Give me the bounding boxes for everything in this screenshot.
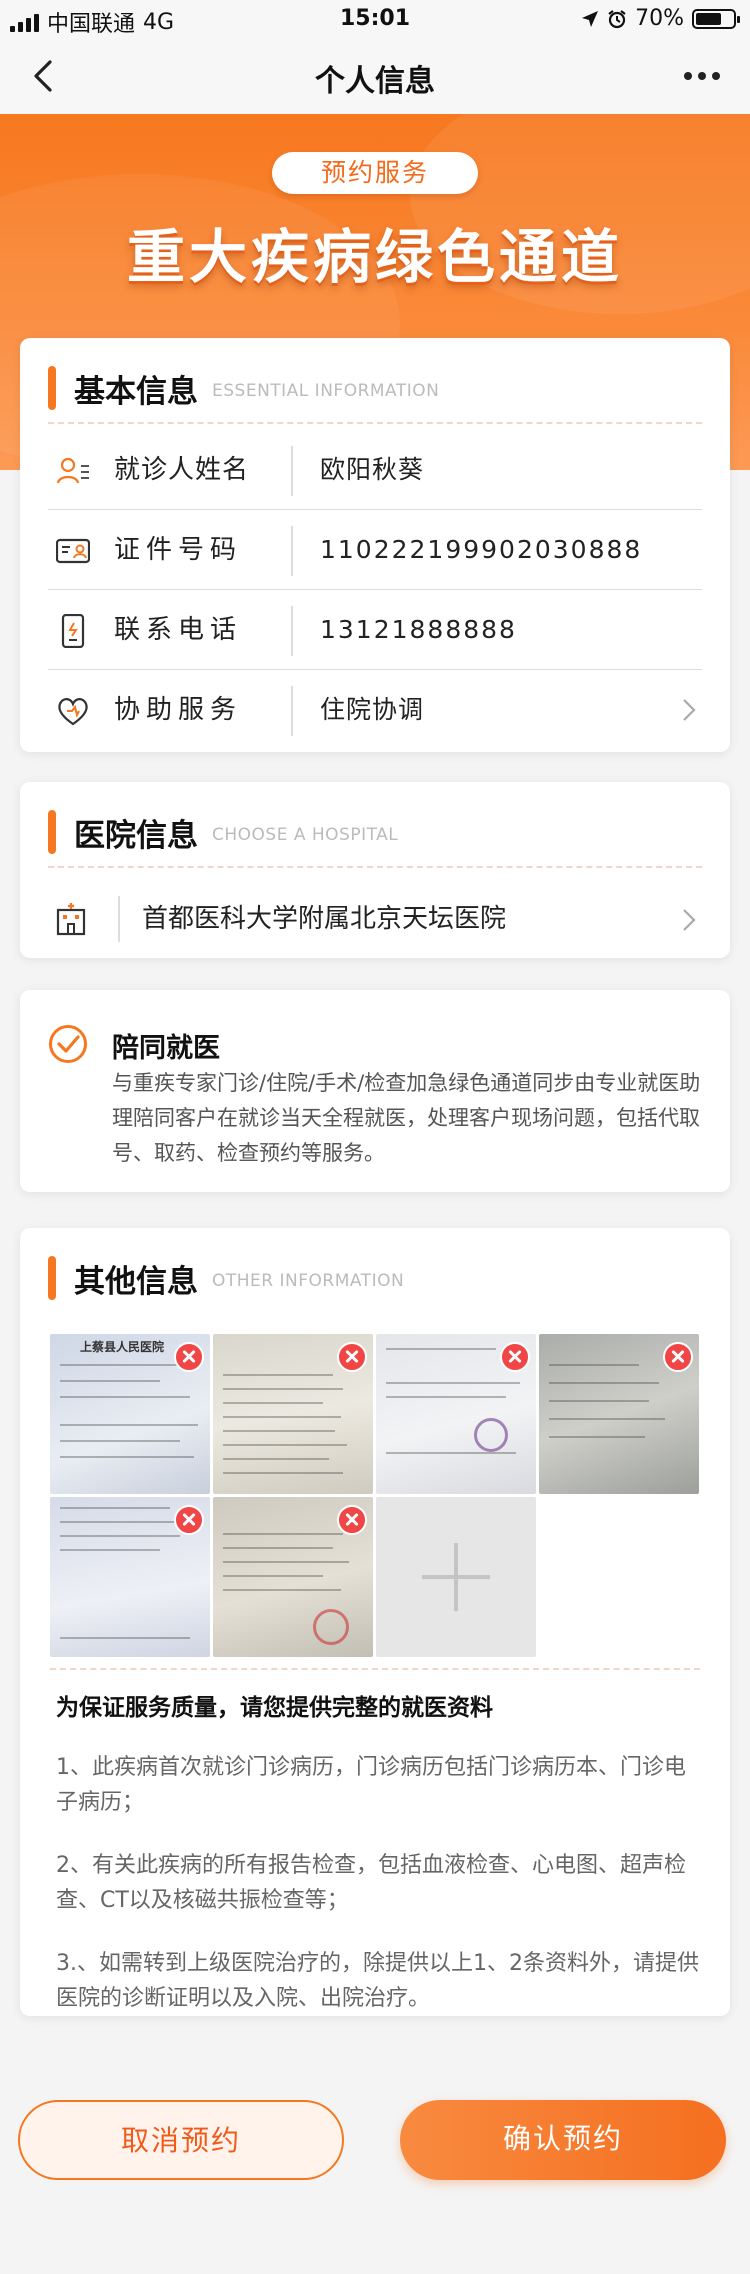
person-icon: [56, 457, 89, 484]
report-image[interactable]: [213, 1497, 373, 1657]
accent-bar: [48, 366, 56, 410]
phone-icon: [61, 614, 85, 648]
patient-name-value[interactable]: 欧阳秋葵: [320, 430, 424, 510]
field-label: 证件号码: [114, 535, 243, 565]
hospital-name: 首都医科大学附属北京天坛医院: [142, 904, 507, 934]
divider: [48, 866, 702, 868]
location-icon: [582, 10, 599, 27]
id-number-value[interactable]: 110222199902030888: [320, 510, 642, 590]
section-subtitle: CHOOSE A HOSPITAL: [212, 825, 399, 845]
section-subtitle: OTHER INFORMATION: [212, 1271, 405, 1291]
delete-image-button[interactable]: [663, 1342, 693, 1372]
section-subtitle: ESSENTIAL INFORMATION: [212, 381, 440, 401]
delete-image-button[interactable]: [337, 1505, 367, 1535]
more-dots-icon[interactable]: [676, 60, 728, 92]
delete-image-button[interactable]: [174, 1342, 204, 1372]
divider: [50, 1668, 700, 1670]
confirm-appointment-button[interactable]: 确认预约: [400, 2100, 726, 2180]
section-title: 其他信息: [74, 1263, 198, 1300]
notice-block: 为保证服务质量，请您提供完整的就医资料 1、此疾病首次就诊门诊病历，门诊病历包括…: [56, 1688, 706, 2044]
report-image[interactable]: [50, 1497, 210, 1657]
delete-image-button[interactable]: [337, 1342, 367, 1372]
delete-image-button[interactable]: [174, 1505, 204, 1535]
id-card-icon: [56, 538, 90, 564]
add-image-button[interactable]: [376, 1497, 536, 1657]
escort-description: 与重疾专家门诊/住院/手术/检查加急绿色通道同步由专业就医助理陪同客户在就诊当天…: [112, 1071, 701, 1165]
escort-title: 陪同就医: [112, 1033, 220, 1064]
hospital-info-card: 医院信息 CHOOSE A HOSPITAL 首都医科大学附属北京天坛医院: [20, 782, 730, 958]
chevron-right-icon: [683, 699, 696, 721]
battery-icon: [692, 8, 740, 29]
section-header: 基本信息 ESSENTIAL INFORMATION: [48, 366, 439, 410]
report-image[interactable]: 上蔡县人民医院: [50, 1334, 210, 1494]
report-image[interactable]: [376, 1334, 536, 1494]
other-info-card: 其他信息 OTHER INFORMATION 上蔡县人民医院 为保证服务质量，请…: [20, 1228, 730, 2016]
status-bar: 中国联通 4G 15:01 70%: [0, 0, 750, 40]
hospital-icon: [56, 903, 86, 936]
notice-title: 为保证服务质量，请您提供完整的就医资料: [56, 1695, 493, 1721]
alarm-icon: [608, 9, 626, 28]
id-number-row[interactable]: 证件号码 110222199902030888: [48, 510, 702, 590]
section-title: 基本信息: [74, 373, 198, 410]
chevron-right-icon: [683, 909, 696, 931]
field-label: 就诊人姓名: [114, 455, 250, 485]
section-header: 其他信息 OTHER INFORMATION: [48, 1256, 404, 1300]
accent-bar: [48, 810, 56, 854]
delete-image-button[interactable]: [500, 1342, 530, 1372]
section-title: 医院信息: [74, 817, 198, 854]
report-image[interactable]: [213, 1334, 373, 1494]
assist-service-row[interactable]: 协助服务 住院协调: [48, 670, 702, 750]
field-label: 协助服务: [114, 695, 243, 725]
nav-bar: 个人信息: [0, 40, 750, 114]
escort-service-card[interactable]: 陪同就医 与重疾专家门诊/住院/手术/检查加急绿色通道同步由专业就医助理陪同客户…: [20, 990, 730, 1192]
field-label: 联系电话: [114, 615, 243, 645]
patient-name-row[interactable]: 就诊人姓名 欧阳秋葵: [48, 430, 702, 510]
banner-headline: 重大疾病绿色通道: [126, 223, 623, 291]
report-image[interactable]: [539, 1334, 699, 1494]
accent-bar: [48, 1256, 56, 1300]
notice-item: 2、有关此疾病的所有报告检查，包括血液检查、心电图、超声检查、CT以及核磁共振检…: [56, 1853, 686, 1913]
basic-info-card: 基本信息 ESSENTIAL INFORMATION 就诊人姓名 欧阳秋葵 证件…: [20, 338, 730, 752]
phone-row[interactable]: 联系电话 13121888888: [48, 590, 702, 670]
hospital-select-row[interactable]: 首都医科大学附属北京天坛医院: [48, 878, 702, 960]
heart-hand-icon: [58, 698, 88, 726]
section-header: 医院信息 CHOOSE A HOSPITAL: [48, 810, 398, 854]
notice-item: 1、此疾病首次就诊门诊病历，门诊病历包括门诊病历本、门诊电子病历；: [56, 1755, 686, 1815]
divider: [48, 422, 702, 424]
battery-percent: 70%: [635, 6, 684, 31]
hospital-name-thumb-text: 上蔡县人民医院: [80, 1340, 165, 1354]
phone-value[interactable]: 13121888888: [320, 590, 517, 670]
notice-item: 3.、如需转到上级医院治疗的，除提供以上1、2条资料外，请提供医院的诊断证明以及…: [56, 1951, 699, 2011]
cancel-appointment-button[interactable]: 取消预约: [18, 2100, 344, 2180]
checkmark-circle-icon[interactable]: [48, 1024, 88, 1064]
service-pill: 预约服务: [272, 152, 478, 194]
page-title: 个人信息: [315, 64, 435, 99]
assist-service-value: 住院协调: [320, 695, 425, 724]
